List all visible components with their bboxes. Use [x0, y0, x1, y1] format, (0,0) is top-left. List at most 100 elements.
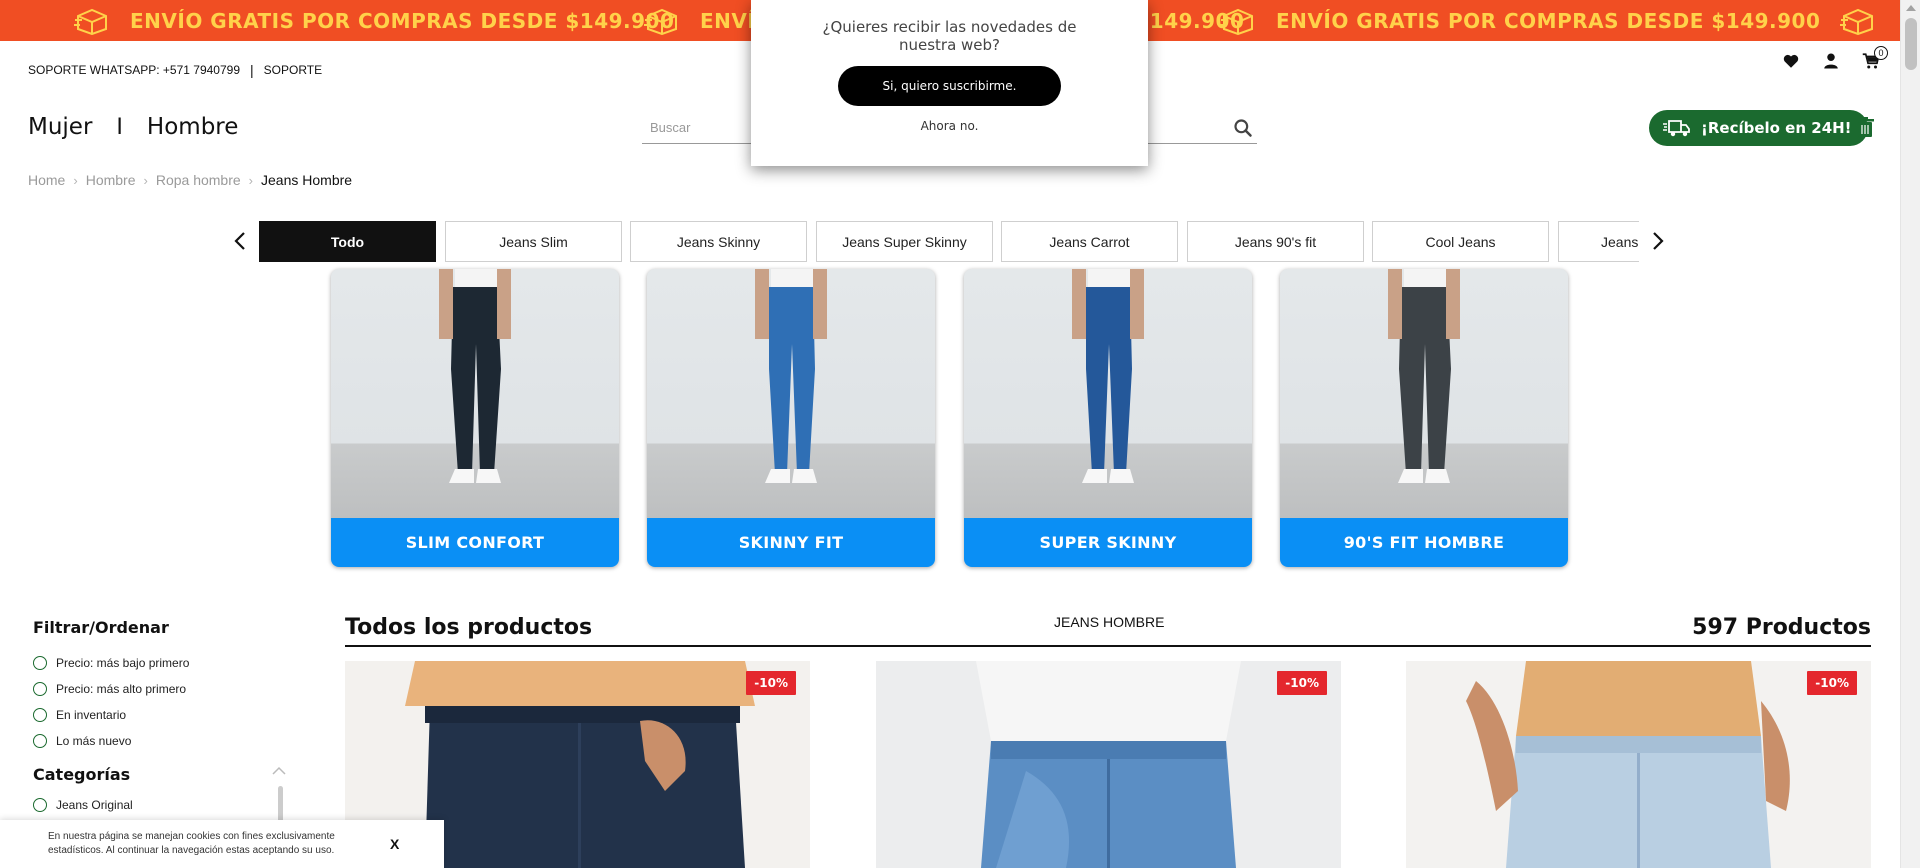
cookie-notice: En nuestra página se manejan cookies con… [0, 820, 444, 868]
tabs-next-button[interactable] [1648, 228, 1668, 254]
nav-separator: I [116, 114, 123, 140]
chevron-right-icon: › [73, 172, 78, 188]
sort-options: Precio: más bajo primero Precio: más alt… [33, 650, 189, 754]
box-icon [74, 8, 107, 35]
tabs-prev-button[interactable] [230, 228, 250, 254]
radio-button[interactable] [33, 734, 47, 748]
breadcrumb-current: Jeans Hombre [261, 172, 353, 188]
jeans-model-image [1388, 269, 1460, 483]
discount-badge: -10% [1807, 671, 1857, 695]
gender-nav: Mujer I Hombre [28, 114, 238, 140]
sort-option-label: Precio: más alto primero [56, 682, 187, 696]
radio-button[interactable] [33, 798, 47, 812]
category-tabs: Todo Jeans Slim Jeans Skinny Jeans Super… [259, 221, 1639, 262]
tab-jeans-more[interactable]: Jeans [1558, 221, 1639, 262]
box-icon [1840, 8, 1874, 35]
category-label: SKINNY FIT [647, 518, 935, 567]
whatsapp-support-link[interactable]: SOPORTE WHATSAPP: +571 7940799 [28, 63, 240, 77]
nav-men[interactable]: Hombre [147, 114, 238, 140]
category-jeans-original[interactable]: Jeans Original [33, 792, 133, 818]
delivery-label: ¡Recíbelo en 24H! [1701, 119, 1852, 137]
category-label: Jeans Original [56, 798, 133, 812]
breadcrumb-ropa-hombre[interactable]: Ropa hombre [156, 172, 241, 188]
support-bar: SOPORTE WHATSAPP: +571 7940799 | SOPORTE [28, 62, 322, 78]
sort-option-label: Precio: más bajo primero [56, 656, 190, 670]
cookie-close-button[interactable]: X [390, 836, 399, 852]
sort-price-low[interactable]: Precio: más bajo primero [33, 650, 189, 676]
cookie-text: En nuestra página se manejan cookies con… [48, 831, 335, 856]
chevron-left-icon [234, 232, 245, 250]
categories-title: Categorías [33, 765, 131, 784]
category-card-90s-fit[interactable]: 90'S FIT HOMBRE [1280, 269, 1568, 567]
cart-count-badge: 0 [1874, 46, 1888, 60]
category-card-skinny-fit[interactable]: SKINNY FIT [647, 269, 935, 567]
categories-list: Jeans Original [33, 792, 133, 818]
category-label: SLIM CONFORT [331, 518, 619, 567]
nav-women[interactable]: Mujer [28, 114, 92, 140]
account-icons: 0 [1782, 46, 1888, 70]
radio-button[interactable] [33, 682, 47, 696]
tab-jeans-90s-fit[interactable]: Jeans 90's fit [1187, 221, 1364, 262]
delivery-24h-button[interactable]: ¡Recíbelo en 24H! [1649, 110, 1868, 146]
product-image [1406, 661, 1871, 868]
tab-jeans-carrot[interactable]: Jeans Carrot [1001, 221, 1178, 262]
products-count: 597 Productos [1692, 615, 1871, 640]
page: ENVÍO GRATIS POR COMPRAS DESDE $149.900 … [0, 0, 1920, 868]
product-image [876, 661, 1341, 868]
chevron-right-icon: › [143, 172, 148, 188]
category-card-super-skinny[interactable]: SUPER SKINNY [964, 269, 1252, 567]
tab-todo[interactable]: Todo [259, 221, 436, 262]
tab-jeans-slim[interactable]: Jeans Slim [445, 221, 622, 262]
sort-newest[interactable]: Lo más nuevo [33, 728, 189, 754]
radio-button[interactable] [33, 656, 47, 670]
page-scrollbar[interactable] [1900, 0, 1920, 868]
sort-option-label: En inventario [56, 708, 127, 722]
cart-button[interactable]: 0 [1862, 46, 1888, 70]
category-label: SUPER SKINNY [964, 518, 1252, 567]
promo-text: ENVÍO GRATIS POR COMPRAS DESDE $149.900 [130, 8, 675, 33]
radio-button[interactable] [33, 708, 47, 722]
decline-button[interactable]: Ahora no. [921, 119, 979, 133]
product-card[interactable]: -10% [876, 661, 1341, 868]
sort-in-stock[interactable]: En inventario [33, 702, 189, 728]
support-link[interactable]: SOPORTE [264, 63, 322, 77]
sort-price-high[interactable]: Precio: más alto primero [33, 676, 189, 702]
sort-option-label: Lo más nuevo [56, 734, 132, 748]
chevron-up-icon[interactable] [272, 766, 286, 776]
product-card[interactable]: -10% [1406, 661, 1871, 868]
search-icon[interactable] [1233, 118, 1253, 138]
jeans-model-image [1072, 269, 1144, 483]
heart-icon[interactable] [1782, 52, 1800, 70]
delivery-truck-icon [1663, 120, 1690, 137]
category-card-slim-confort[interactable]: SLIM CONFORT [331, 269, 619, 567]
scroll-up-arrow-icon[interactable] [1906, 5, 1916, 11]
divider [345, 645, 1871, 647]
scrollbar-thumb[interactable] [1905, 18, 1917, 70]
breadcrumb-hombre[interactable]: Hombre [86, 172, 136, 188]
subscribe-button[interactable]: Si, quiero suscribirme. [838, 66, 1061, 106]
chevron-right-icon: › [248, 172, 254, 188]
breadcrumb: Home › Hombre › Ropa hombre › Jeans Homb… [28, 172, 352, 188]
tab-jeans-super-skinny[interactable]: Jeans Super Skinny [816, 221, 993, 262]
discount-badge: -10% [746, 671, 796, 695]
tab-jeans-skinny[interactable]: Jeans Skinny [630, 221, 807, 262]
box-icon [644, 8, 677, 35]
breadcrumb-home[interactable]: Home [28, 172, 65, 188]
chevron-right-icon [1653, 232, 1664, 250]
products-subtitle: JEANS HOMBRE [1054, 614, 1165, 630]
discount-badge: -10% [1277, 671, 1327, 695]
user-icon[interactable] [1822, 52, 1840, 70]
promo-item: ENVÍO GRATIS POR COMPRAS DESDE $149.900 [1220, 0, 1876, 41]
newsletter-popup: ¿Quieres recibir las novedades de nuestr… [751, 0, 1148, 166]
tab-cool-jeans[interactable]: Cool Jeans [1372, 221, 1549, 262]
jeans-model-image [755, 269, 827, 483]
popup-question: ¿Quieres recibir las novedades de nuestr… [822, 18, 1077, 54]
promo-item: ENVÍO GRATIS POR COMPRAS DESDE $149.900 [74, 0, 674, 41]
support-separator: | [250, 62, 254, 78]
jeans-model-image [439, 269, 511, 483]
box-icon [1220, 8, 1253, 35]
filters-title: Filtrar/Ordenar [33, 618, 169, 637]
promo-text: ENVÍO GRATIS POR COMPRAS DESDE $149.900 [1276, 8, 1821, 33]
category-label: 90'S FIT HOMBRE [1280, 518, 1568, 567]
trash-icon[interactable] [1856, 117, 1874, 137]
